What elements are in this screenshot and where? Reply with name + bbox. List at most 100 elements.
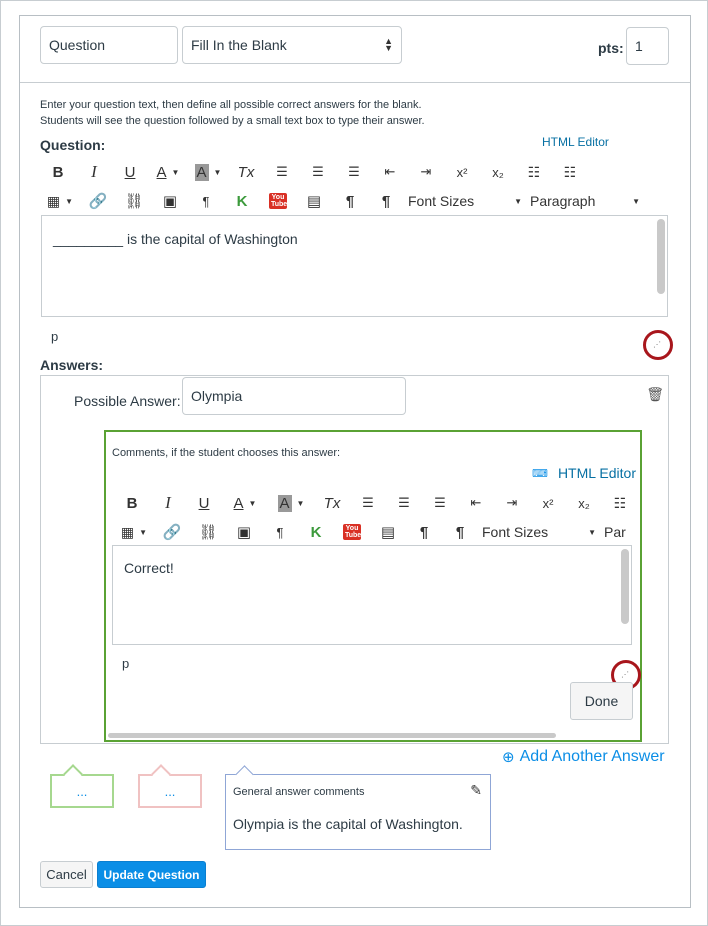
unlink-icon[interactable]: ⛓ bbox=[190, 520, 226, 544]
comments-toolbar-row-1: B I U A ▼ A ▼ Tx ☰ ☰ ☰ ⇤ ⇥ x² x₂ ☷ bbox=[114, 490, 634, 516]
horizontal-scrollbar[interactable] bbox=[108, 733, 556, 738]
done-button[interactable]: Done bbox=[570, 682, 633, 720]
correct-comments-tab[interactable]: ... bbox=[50, 774, 114, 808]
points-value: 1 bbox=[635, 38, 643, 54]
comments-toolbar-row-2: ▦ ▼ 🔗 ⛓ ▣ ¶ K You Tube ▤ ¶ ¶ Font Sizes ▼ … bbox=[114, 519, 634, 545]
numbered-list-icon[interactable]: ☷ bbox=[552, 160, 588, 184]
indent-icon[interactable]: ⇥ bbox=[494, 491, 530, 515]
superscript-button[interactable]: x² bbox=[444, 160, 480, 184]
italic-button[interactable]: I bbox=[76, 160, 112, 184]
image-icon[interactable]: ▣ bbox=[226, 520, 262, 544]
youtube-icon[interactable]: You Tube bbox=[260, 189, 296, 213]
comment-editor-path: p bbox=[122, 656, 130, 671]
pilcrow-icon[interactable]: ¶ bbox=[262, 520, 298, 544]
bullet-list-icon[interactable]: ☷ bbox=[516, 160, 552, 184]
indent-icon[interactable]: ⇥ bbox=[408, 160, 444, 184]
paragraph-dropdown[interactable]: Par bbox=[600, 520, 634, 544]
general-comments-box[interactable]: General answer comments ✎ Olympia is the… bbox=[225, 774, 491, 850]
chevron-down-icon: ▼ bbox=[588, 527, 596, 537]
outdent-icon[interactable]: ⇤ bbox=[372, 160, 408, 184]
trash-icon[interactable]: 🗑 bbox=[646, 386, 664, 403]
align-center-icon[interactable]: ☰ bbox=[300, 160, 336, 184]
answer-panel: Possible Answer: Olympia 🗑 Comments, if … bbox=[40, 375, 669, 744]
table-button[interactable]: ▦ ▼ bbox=[114, 520, 154, 544]
subscript-button[interactable]: x₂ bbox=[480, 160, 516, 184]
question-type-select[interactable]: Fill In the Blank ▲ ▼ bbox=[182, 26, 402, 64]
underline-button[interactable]: U bbox=[186, 491, 222, 515]
resize-grip-icon: ⋰ bbox=[653, 340, 661, 349]
media-icon[interactable]: ▤ bbox=[296, 189, 332, 213]
superscript-button[interactable]: x² bbox=[530, 491, 566, 515]
rtl-icon[interactable]: ¶ bbox=[368, 189, 404, 213]
bold-button[interactable]: B bbox=[40, 160, 76, 184]
font-sizes-label: Font Sizes bbox=[482, 524, 549, 540]
question-name-input[interactable]: Question bbox=[40, 26, 178, 64]
cancel-button[interactable]: Cancel bbox=[40, 861, 93, 888]
align-right-icon[interactable]: ☰ bbox=[422, 491, 458, 515]
instructions-line-1: Enter your question text, then define al… bbox=[40, 99, 422, 111]
font-sizes-dropdown[interactable]: Font Sizes ▼ bbox=[478, 520, 600, 544]
link-icon[interactable]: 🔗 bbox=[80, 189, 116, 213]
possible-answer-input[interactable]: Olympia bbox=[182, 377, 406, 415]
font-color-button[interactable]: A ▼ bbox=[148, 160, 188, 184]
kaltura-icon[interactable]: K bbox=[298, 520, 334, 544]
media-icon[interactable]: ▤ bbox=[370, 520, 406, 544]
rtl-icon[interactable]: ¶ bbox=[442, 520, 478, 544]
kaltura-icon[interactable]: K bbox=[224, 189, 260, 213]
paragraph-label: Par bbox=[604, 524, 626, 540]
ltr-icon[interactable]: ¶ bbox=[332, 189, 368, 213]
editor-scrollbar[interactable] bbox=[657, 219, 665, 294]
clear-formatting-button[interactable]: Tx bbox=[314, 491, 350, 515]
comments-label: Comments, if the student chooses this an… bbox=[112, 447, 341, 459]
pilcrow-icon[interactable]: ¶ bbox=[188, 189, 224, 213]
clear-formatting-button[interactable]: Tx bbox=[228, 160, 264, 184]
points-input[interactable]: 1 bbox=[626, 27, 669, 65]
outdent-icon[interactable]: ⇤ bbox=[458, 491, 494, 515]
link-icon[interactable]: 🔗 bbox=[154, 520, 190, 544]
points-label: pts: bbox=[598, 40, 624, 56]
add-another-answer-link[interactable]: ⊕ Add Another Answer bbox=[502, 748, 665, 766]
resize-handle-highlight[interactable]: ⋰ bbox=[643, 330, 673, 360]
window-frame: Question Fill In the Blank ▲ ▼ pts: 1 Ent… bbox=[0, 0, 708, 926]
question-editor[interactable]: _________ is the capital of Washington bbox=[41, 215, 668, 317]
ltr-icon[interactable]: ¶ bbox=[406, 520, 442, 544]
underline-button[interactable]: U bbox=[112, 160, 148, 184]
unlink-icon[interactable]: ⛓ bbox=[116, 189, 152, 213]
bold-button[interactable]: B bbox=[114, 491, 150, 515]
question-name-value: Question bbox=[49, 37, 106, 53]
font-sizes-label: Font Sizes bbox=[408, 193, 475, 209]
table-button[interactable]: ▦ ▼ bbox=[40, 189, 80, 213]
paragraph-label: Paragraph bbox=[530, 193, 596, 209]
background-color-icon: A bbox=[277, 494, 292, 512]
update-question-button[interactable]: Update Question bbox=[97, 861, 206, 888]
align-left-icon[interactable]: ☰ bbox=[350, 491, 386, 515]
font-sizes-dropdown[interactable]: Font Sizes ▼ bbox=[404, 189, 526, 213]
general-comments-label: General answer comments bbox=[233, 786, 365, 798]
table-icon: ▦ bbox=[46, 192, 61, 209]
subscript-button[interactable]: x₂ bbox=[566, 491, 602, 515]
align-center-icon[interactable]: ☰ bbox=[386, 491, 422, 515]
html-editor-link[interactable]: HTML Editor bbox=[542, 135, 609, 149]
youtube-icon[interactable]: You Tube bbox=[334, 520, 370, 544]
pencil-icon[interactable]: ✎ bbox=[470, 782, 482, 799]
question-type-value: Fill In the Blank bbox=[191, 37, 287, 53]
comments-html-editor-link[interactable]: ⌨ HTML Editor bbox=[532, 465, 636, 481]
font-color-button[interactable]: A ▼ bbox=[222, 491, 268, 515]
comment-editor-scrollbar[interactable] bbox=[621, 549, 629, 624]
comment-editor[interactable]: Correct! bbox=[112, 545, 632, 645]
align-left-icon[interactable]: ☰ bbox=[264, 160, 300, 184]
comments-toolbar: B I U A ▼ A ▼ Tx ☰ ☰ ☰ ⇤ ⇥ x² x₂ ☷ ▦ ▼ 🔗… bbox=[114, 490, 634, 546]
align-right-icon[interactable]: ☰ bbox=[336, 160, 372, 184]
question-toolbar-row-1: B I U A ▼ A ▼ Tx ☰ ☰ ☰ ⇤ ⇥ x² x₂ ☷ ☷ bbox=[40, 159, 588, 185]
bullet-list-icon[interactable]: ☷ bbox=[602, 491, 634, 515]
comment-editor-content[interactable]: Correct! bbox=[124, 560, 174, 576]
answers-label: Answers: bbox=[40, 357, 104, 373]
background-color-button[interactable]: A ▼ bbox=[268, 491, 314, 515]
background-color-button[interactable]: A ▼ bbox=[188, 160, 228, 184]
question-editor-content[interactable]: _________ is the capital of Washington bbox=[53, 231, 298, 247]
paragraph-dropdown[interactable]: Paragraph ▼ bbox=[526, 189, 644, 213]
table-icon: ▦ bbox=[120, 523, 135, 540]
image-icon[interactable]: ▣ bbox=[152, 189, 188, 213]
incorrect-comments-tab[interactable]: ... bbox=[138, 774, 202, 808]
italic-button[interactable]: I bbox=[150, 491, 186, 515]
